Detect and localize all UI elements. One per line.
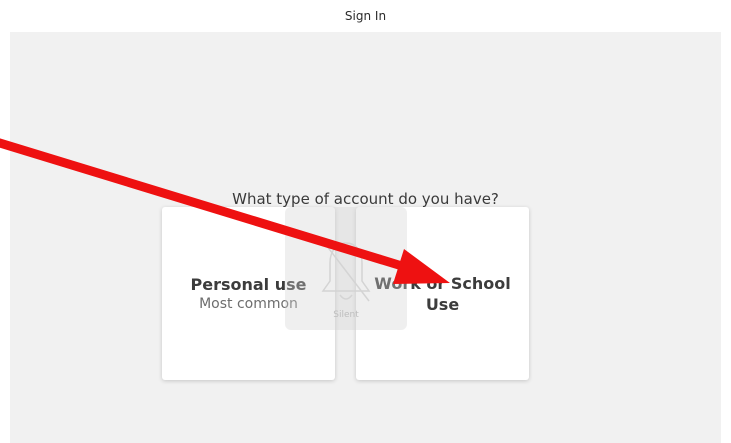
work-or-school-title: Work or School Use bbox=[374, 273, 511, 314]
personal-use-card[interactable]: Personal use Most common bbox=[162, 207, 335, 380]
work-or-school-card[interactable]: Work or School Use bbox=[356, 207, 529, 380]
personal-use-title: Personal use bbox=[190, 275, 307, 294]
sign-in-page: Sign In What type of account do you have… bbox=[0, 0, 731, 443]
window-title: Sign In bbox=[344, 9, 387, 23]
personal-use-subtitle: Most common bbox=[199, 296, 298, 312]
account-type-question: What type of account do you have? bbox=[232, 190, 499, 208]
